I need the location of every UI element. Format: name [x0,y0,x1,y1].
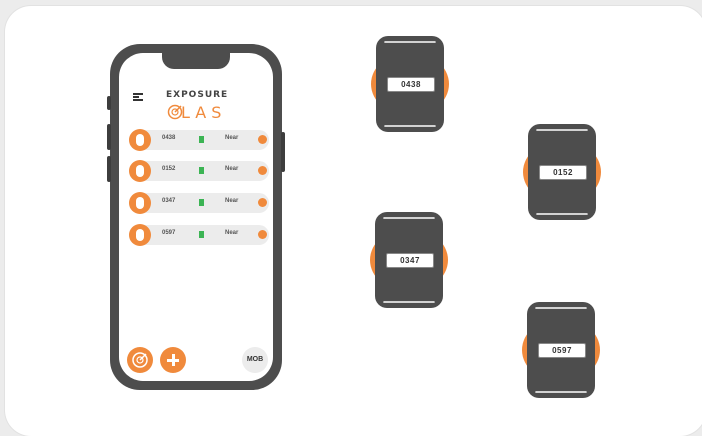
tag-id-label: 0152 [539,165,587,180]
phone-volume-up-button [107,124,111,150]
wearable-tag-icon [129,224,151,246]
phone-volume-down-button [107,156,111,182]
wearable-tag: 0438 [367,36,453,132]
signal-indicator [199,199,204,206]
radar-small-icon[interactable] [258,198,267,207]
list-item[interactable]: 0152 Near [129,160,269,182]
signal-indicator [199,167,204,174]
add-device-button[interactable] [160,347,186,373]
list-item[interactable]: 0597 Near [129,224,269,246]
wearable-tag: 0152 [519,124,605,220]
radar-icon [132,352,148,368]
wearable-tag-icon [129,129,151,151]
wearable-tag-icon [129,160,151,182]
tag-id-label: 0347 [386,253,434,268]
tag-id-label: 0438 [387,77,435,92]
device-id: 0152 [162,166,176,172]
wearable-tag-icon [129,192,151,214]
phone-mute-button [107,96,111,110]
app-logo-bottom: LAS [167,103,226,122]
tag-id-label: 0597 [538,343,586,358]
device-status: Near [225,198,239,204]
signal-indicator [199,136,204,143]
mob-button[interactable]: MOB [242,347,268,373]
device-id: 0438 [162,135,176,141]
device-status: Near [225,230,239,236]
device-id: 0347 [162,198,176,204]
phone-mockup: EXPOSURE LAS 0438 Near 0152 Near 0347 Ne… [107,44,285,390]
list-item[interactable]: 0438 Near [129,129,269,151]
wearable-tag: 0597 [518,302,604,398]
phone-screen: EXPOSURE LAS 0438 Near 0152 Near 0347 Ne… [119,53,273,381]
signal-indicator [199,231,204,238]
hamburger-menu-icon[interactable] [133,93,143,101]
radar-small-icon[interactable] [258,135,267,144]
radar-small-icon[interactable] [258,166,267,175]
device-status: Near [225,135,239,141]
radar-small-icon[interactable] [258,230,267,239]
phone-notch [162,53,230,69]
list-item[interactable]: 0347 Near [129,192,269,214]
device-id: 0597 [162,230,176,236]
radar-button[interactable] [127,347,153,373]
app-logo-top: EXPOSURE [166,90,229,100]
phone-power-button [281,132,285,172]
device-status: Near [225,166,239,172]
wearable-tag: 0347 [366,212,452,308]
